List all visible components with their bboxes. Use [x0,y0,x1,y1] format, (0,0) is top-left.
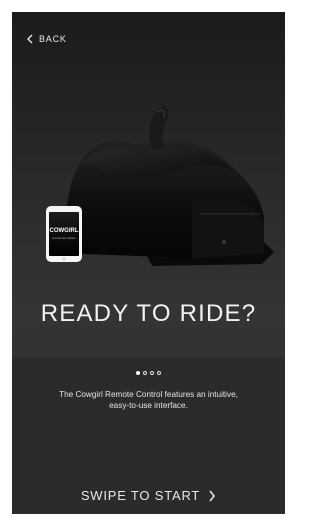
pagination-dot[interactable] [150,371,154,375]
pagination-dots [12,371,285,375]
swipe-to-start-button[interactable]: SWIPE TO START [12,488,285,503]
chevron-left-icon [27,34,33,44]
page-title: READY TO RIDE? [40,300,257,327]
description-text: The Cowgirl Remote Control features an i… [59,390,238,410]
back-label: BACK [39,34,67,44]
chevron-right-icon [209,490,216,501]
pagination-dot[interactable] [157,371,161,375]
phone-brand: COWGIRL [50,228,79,234]
phone-tagline: premium sex machine [52,237,76,240]
swipe-label: SWIPE TO START [80,488,201,503]
back-button[interactable]: BACK [26,34,67,44]
product-image: COWGIRL premium sex machine [46,105,274,266]
pagination-dot[interactable] [143,371,147,375]
onboarding-screen: BACK COWGIRL premium sex machine READY T… [12,12,285,514]
pagination-dot[interactable] [136,371,140,375]
